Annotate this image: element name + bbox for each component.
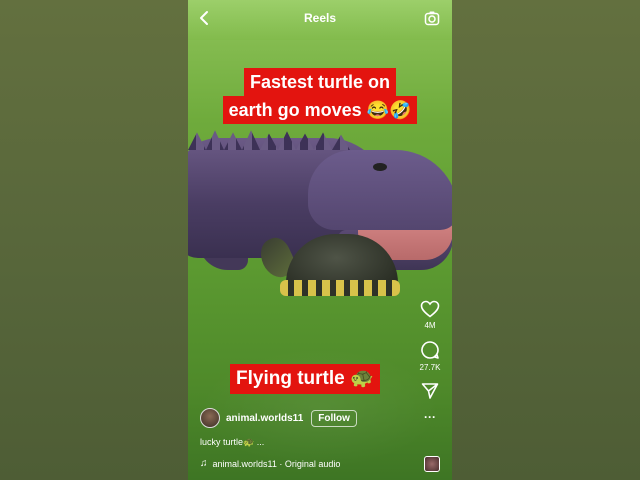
turtle-shell-rim (280, 280, 400, 296)
left-background (0, 0, 188, 480)
comment-action[interactable]: 27.7K (419, 340, 441, 372)
caption-line-1: Fastest turtle on (243, 68, 397, 96)
page-title: Reels (303, 11, 337, 25)
top-bar: Reels (188, 0, 452, 36)
more-icon[interactable]: ··· (424, 410, 436, 424)
audio-row[interactable]: ♫ animal.worlds11 · Original audio (200, 458, 340, 469)
camera-icon[interactable] (424, 10, 440, 26)
more-action[interactable]: ··· (424, 410, 436, 424)
comment-icon[interactable] (420, 340, 440, 360)
reel-screen: Reels Fastest turtle on earth go moves 😂… (188, 0, 452, 480)
like-count: 4M (424, 321, 436, 330)
follow-button[interactable]: Follow (311, 409, 357, 427)
author-row: animal.worlds11 Follow (200, 408, 357, 428)
music-note-icon: ♫ (200, 458, 208, 469)
overlay-text: Flying turtle 🐢 (230, 364, 380, 394)
share-icon[interactable] (421, 382, 439, 400)
audio-label: animal.worlds11 · Original audio (212, 458, 341, 469)
video-caption: Fastest turtle on earth go moves 😂🤣 (188, 68, 452, 124)
username[interactable]: animal.worlds11 (226, 413, 303, 424)
avatar[interactable] (200, 408, 220, 428)
share-action[interactable] (421, 382, 439, 400)
heart-icon[interactable] (420, 300, 440, 318)
alligator-head (308, 150, 452, 230)
post-description[interactable]: lucky turtle🐢 ... (200, 437, 264, 448)
action-bar: 4M 27.7K ··· (418, 300, 442, 434)
audio-thumbnail[interactable] (424, 456, 440, 472)
caption-line-2: earth go moves 😂🤣 (222, 96, 418, 124)
comment-count: 27.7K (419, 363, 441, 372)
right-background (452, 0, 640, 480)
like-action[interactable]: 4M (420, 300, 440, 330)
alligator-eye (373, 163, 387, 171)
